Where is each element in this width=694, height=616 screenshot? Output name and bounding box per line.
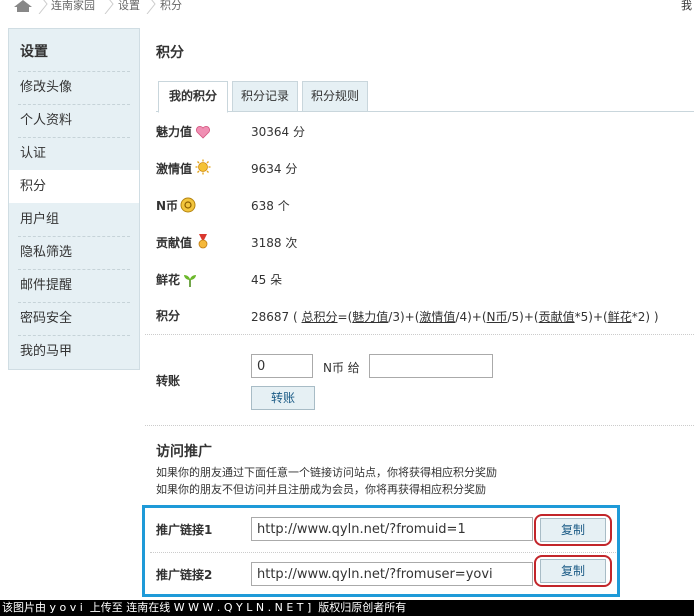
formula-text: (: [289, 310, 302, 324]
breadcrumb-item-settings[interactable]: 设置: [118, 0, 140, 13]
sidebar-item-credits[interactable]: 积分: [9, 170, 139, 203]
home-icon[interactable]: [12, 0, 34, 12]
credit-value-flower: 45 朵: [251, 273, 283, 287]
tab-my-credits[interactable]: 我的积分: [158, 81, 228, 113]
page-title: 积分: [156, 45, 184, 61]
sidebar-item-email[interactable]: 邮件提醒: [9, 269, 139, 302]
coin-icon: [180, 197, 196, 213]
sidebar-item-verify[interactable]: 认证: [9, 137, 139, 170]
sidebar-item-usergroup[interactable]: 用户组: [9, 203, 139, 236]
promo-link-input-1[interactable]: [251, 517, 533, 541]
total-credit-formula: 28687 ( 总积分=(魅力值/3)+(激情值/4)+(N币/5)+(贡献值*…: [251, 308, 659, 325]
formula-text: *2) ): [631, 310, 659, 324]
transfer-unit-label: N币 给: [323, 361, 360, 375]
credit-value-coin: 638 个: [251, 199, 290, 213]
tab-credit-rules[interactable]: 积分规则: [302, 81, 368, 112]
promotion-desc-1: 如果你的朋友通过下面任意一个链接访问站点，你将获得相应积分奖励: [156, 466, 497, 479]
sidebar: 设置 修改头像 个人资料 认证 积分 用户组 隐私筛选 邮件提醒 密码安全 我的…: [8, 28, 140, 370]
credit-label-flower: 鲜花: [156, 273, 181, 287]
credit-label-charm: 魅力值: [156, 125, 193, 139]
formula-text: *5)+(: [574, 310, 608, 324]
credit-label-contribution: 贡献值: [156, 236, 193, 250]
promo-link-label-1: 推广链接1: [156, 523, 213, 537]
sun-icon: [195, 159, 211, 175]
transfer-button[interactable]: 转账: [251, 386, 315, 410]
passion-link[interactable]: 激情值: [419, 310, 455, 324]
medal-icon: [198, 234, 208, 249]
promo-link-input-2[interactable]: [251, 562, 533, 586]
sidebar-title: 设置: [20, 44, 48, 60]
divider: [150, 552, 616, 553]
coin-link[interactable]: N币: [487, 310, 508, 324]
sidebar-item-avatar[interactable]: 修改头像: [9, 71, 139, 104]
contribution-link[interactable]: 贡献值: [539, 310, 575, 324]
transfer-recipient-input[interactable]: [369, 354, 493, 378]
breadcrumb-item-home[interactable]: 连南家园: [51, 0, 95, 13]
watermark-footer: 该图片由 y o v i 上传至 连南在线 W W W . Q Y L N . …: [0, 600, 694, 616]
sprout-icon: [184, 275, 196, 287]
tab-credit-log[interactable]: 积分记录: [232, 81, 298, 112]
breadcrumb-separator-icon: [38, 0, 48, 14]
promotion-desc-2: 如果你的朋友不但访问并且注册成为会员，你将再获得相应积分奖励: [156, 483, 486, 496]
breadcrumb-separator-icon: [146, 0, 156, 14]
breadcrumb-right-text[interactable]: 我: [681, 0, 692, 13]
sidebar-item-vest[interactable]: 我的马甲: [9, 335, 139, 368]
sidebar-item-privacy[interactable]: 隐私筛选: [9, 236, 139, 269]
total-credit-label: 积分: [156, 309, 181, 323]
promotion-title: 访问推广: [156, 444, 212, 460]
breadcrumb-item-credits: 积分: [160, 0, 182, 12]
credit-value-passion: 9634 分: [251, 162, 298, 176]
sidebar-item-profile[interactable]: 个人资料: [9, 104, 139, 137]
credit-value-charm: 30364 分: [251, 125, 305, 139]
sidebar-item-password[interactable]: 密码安全: [9, 302, 139, 335]
formula-text: =(: [337, 310, 353, 324]
transfer-amount-input[interactable]: [251, 354, 313, 378]
tab-bar: 我的积分 积分记录 积分规则: [156, 80, 694, 113]
divider: [145, 334, 694, 335]
divider: [145, 425, 694, 426]
breadcrumb: 连南家园 设置 积分 我: [0, 0, 694, 15]
copy-button-1[interactable]: 复制: [540, 518, 606, 542]
formula-text: /3)+(: [388, 310, 420, 324]
total-credit-value: 28687: [251, 310, 290, 324]
credit-label-coin: N币: [156, 199, 179, 213]
heart-icon: [196, 126, 210, 139]
transfer-label: 转账: [156, 374, 181, 388]
copy-button-2[interactable]: 复制: [540, 559, 606, 583]
breadcrumb-separator-icon: [104, 0, 114, 14]
credit-label-passion: 激情值: [156, 162, 193, 176]
flower-link[interactable]: 鲜花: [608, 310, 632, 324]
total-credit-link[interactable]: 总积分: [302, 310, 338, 324]
charm-link[interactable]: 魅力值: [352, 310, 388, 324]
credit-value-contribution: 3188 次: [251, 236, 298, 250]
promo-link-label-2: 推广链接2: [156, 568, 213, 582]
formula-text: /4)+(: [455, 310, 487, 324]
formula-text: /5)+(: [507, 310, 539, 324]
